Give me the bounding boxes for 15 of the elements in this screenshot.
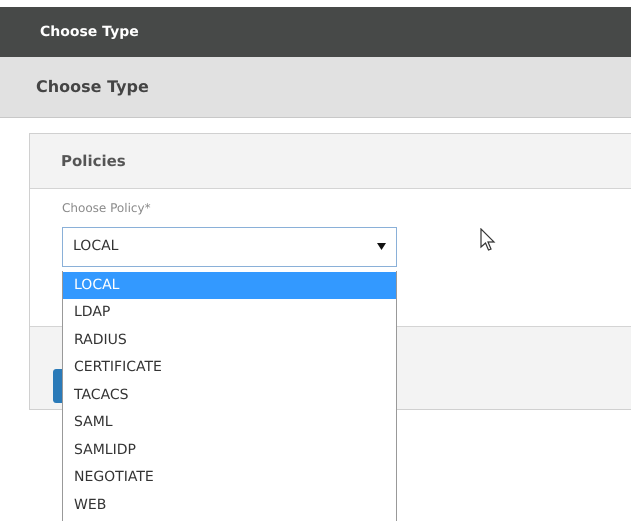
- dropdown-option[interactable]: TACACS: [63, 382, 396, 410]
- dropdown-option[interactable]: RADIUS: [63, 326, 396, 354]
- policy-select[interactable]: LOCAL: [62, 226, 397, 267]
- dropdown-option[interactable]: CERTIFICATE: [63, 354, 396, 382]
- window-title: Choose Type: [40, 22, 139, 42]
- panel-title: Policies: [61, 150, 126, 172]
- page-title: Choose Type: [36, 76, 149, 98]
- dropdown-option[interactable]: NEGOTIATE: [63, 464, 396, 492]
- dropdown-option[interactable]: SAMLIDP: [63, 436, 396, 464]
- mouse-pointer-icon: [480, 228, 496, 252]
- field-label: Choose Policy*: [62, 200, 152, 217]
- caret-icon: [377, 243, 386, 250]
- dropdown-option[interactable]: LDAP: [63, 299, 396, 327]
- dropdown-option[interactable]: SAML: [63, 409, 396, 437]
- dropdown-option[interactable]: WEB: [63, 492, 396, 520]
